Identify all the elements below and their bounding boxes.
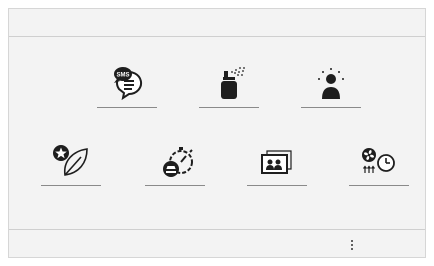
fragrance-tile[interactable] (199, 63, 259, 111)
sms-message-icon: SMS (97, 63, 157, 103)
fragrance-spray-icon (199, 63, 259, 103)
preconditioning-timer-icon (349, 141, 409, 181)
bottom-bar (9, 229, 425, 259)
tile-underline (199, 107, 259, 108)
eco-leaf-star-icon (41, 141, 101, 181)
eco-tile[interactable] (41, 141, 101, 189)
ambient-light-person-icon (301, 63, 361, 103)
top-bar (9, 9, 425, 37)
kebab-menu-icon[interactable] (345, 236, 359, 254)
tile-underline (41, 185, 101, 186)
vehicle-timer-tile[interactable] (145, 141, 205, 189)
tile-underline (349, 185, 409, 186)
ambience-tile[interactable] (301, 63, 361, 111)
screen: SMS (8, 8, 426, 258)
vehicle-timer-icon (145, 141, 205, 181)
tile-underline (97, 107, 157, 108)
photo-frame-icon (247, 141, 307, 181)
preconditioning-tile[interactable] (349, 141, 409, 189)
tile-underline (247, 185, 307, 186)
sms-tile[interactable]: SMS (97, 63, 157, 111)
sms-label: SMS (116, 73, 129, 79)
tile-underline (145, 185, 205, 186)
photo-tile[interactable] (247, 141, 307, 189)
tile-underline (301, 107, 361, 108)
